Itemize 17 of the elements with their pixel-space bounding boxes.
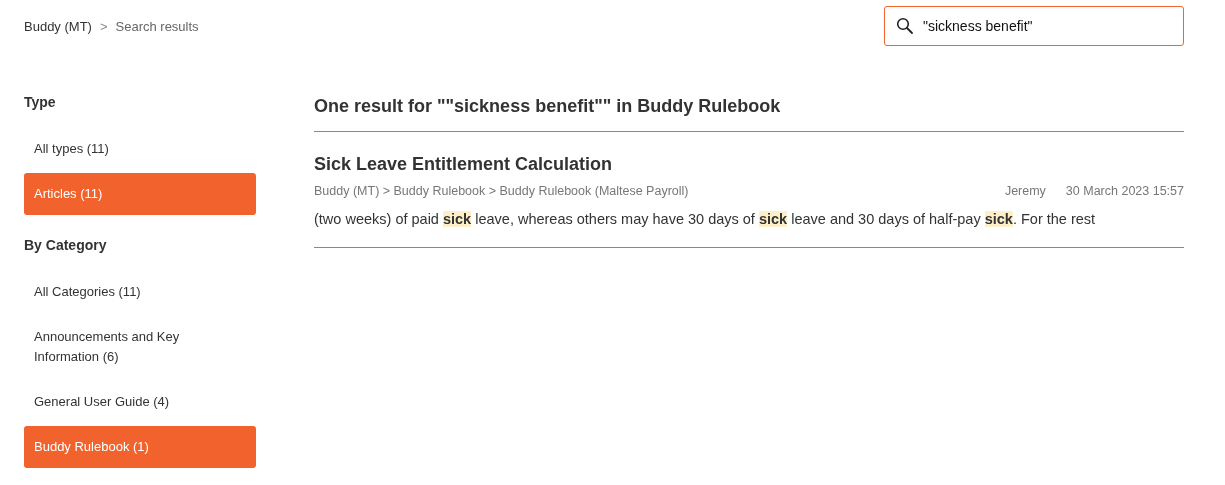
result-author: Jeremy — [1004, 184, 1046, 198]
search-field[interactable]: "sickness benefit" — [884, 6, 1184, 46]
search-icon — [896, 17, 914, 35]
result-title[interactable]: Sick Leave Entitlement Calculation — [314, 154, 613, 175]
filter-item[interactable]: Announcements and Key Information (6) — [24, 316, 256, 378]
breadcrumb-separator: > — [99, 18, 108, 34]
result-snippet: (two weeks) of paid sick leave, whereas others may have 30 days of sick leave and 30 days of half-pay sick. For the rest — [314, 211, 1097, 227]
result-date: 30 March 2023 15:57 — [1065, 184, 1184, 198]
breadcrumb-link[interactable]: Buddy (MT) — [24, 18, 92, 34]
result-path: Buddy (MT) > Buddy Rulebook > Buddy Rulebook (Maltese Payroll) — [314, 184, 689, 198]
breadcrumb-current: Search results — [115, 18, 199, 34]
results-heading: One result for ""sickness benefit"" in Buddy Rulebook — [314, 96, 1184, 132]
filter-heading: Type — [24, 94, 57, 110]
filter-item[interactable]: General User Guide (4) — [24, 381, 256, 423]
filter-item[interactable]: All Categories (11) — [24, 271, 256, 313]
filter-heading: By Category — [24, 237, 108, 253]
filter-item[interactable]: All types (11) — [24, 128, 256, 170]
